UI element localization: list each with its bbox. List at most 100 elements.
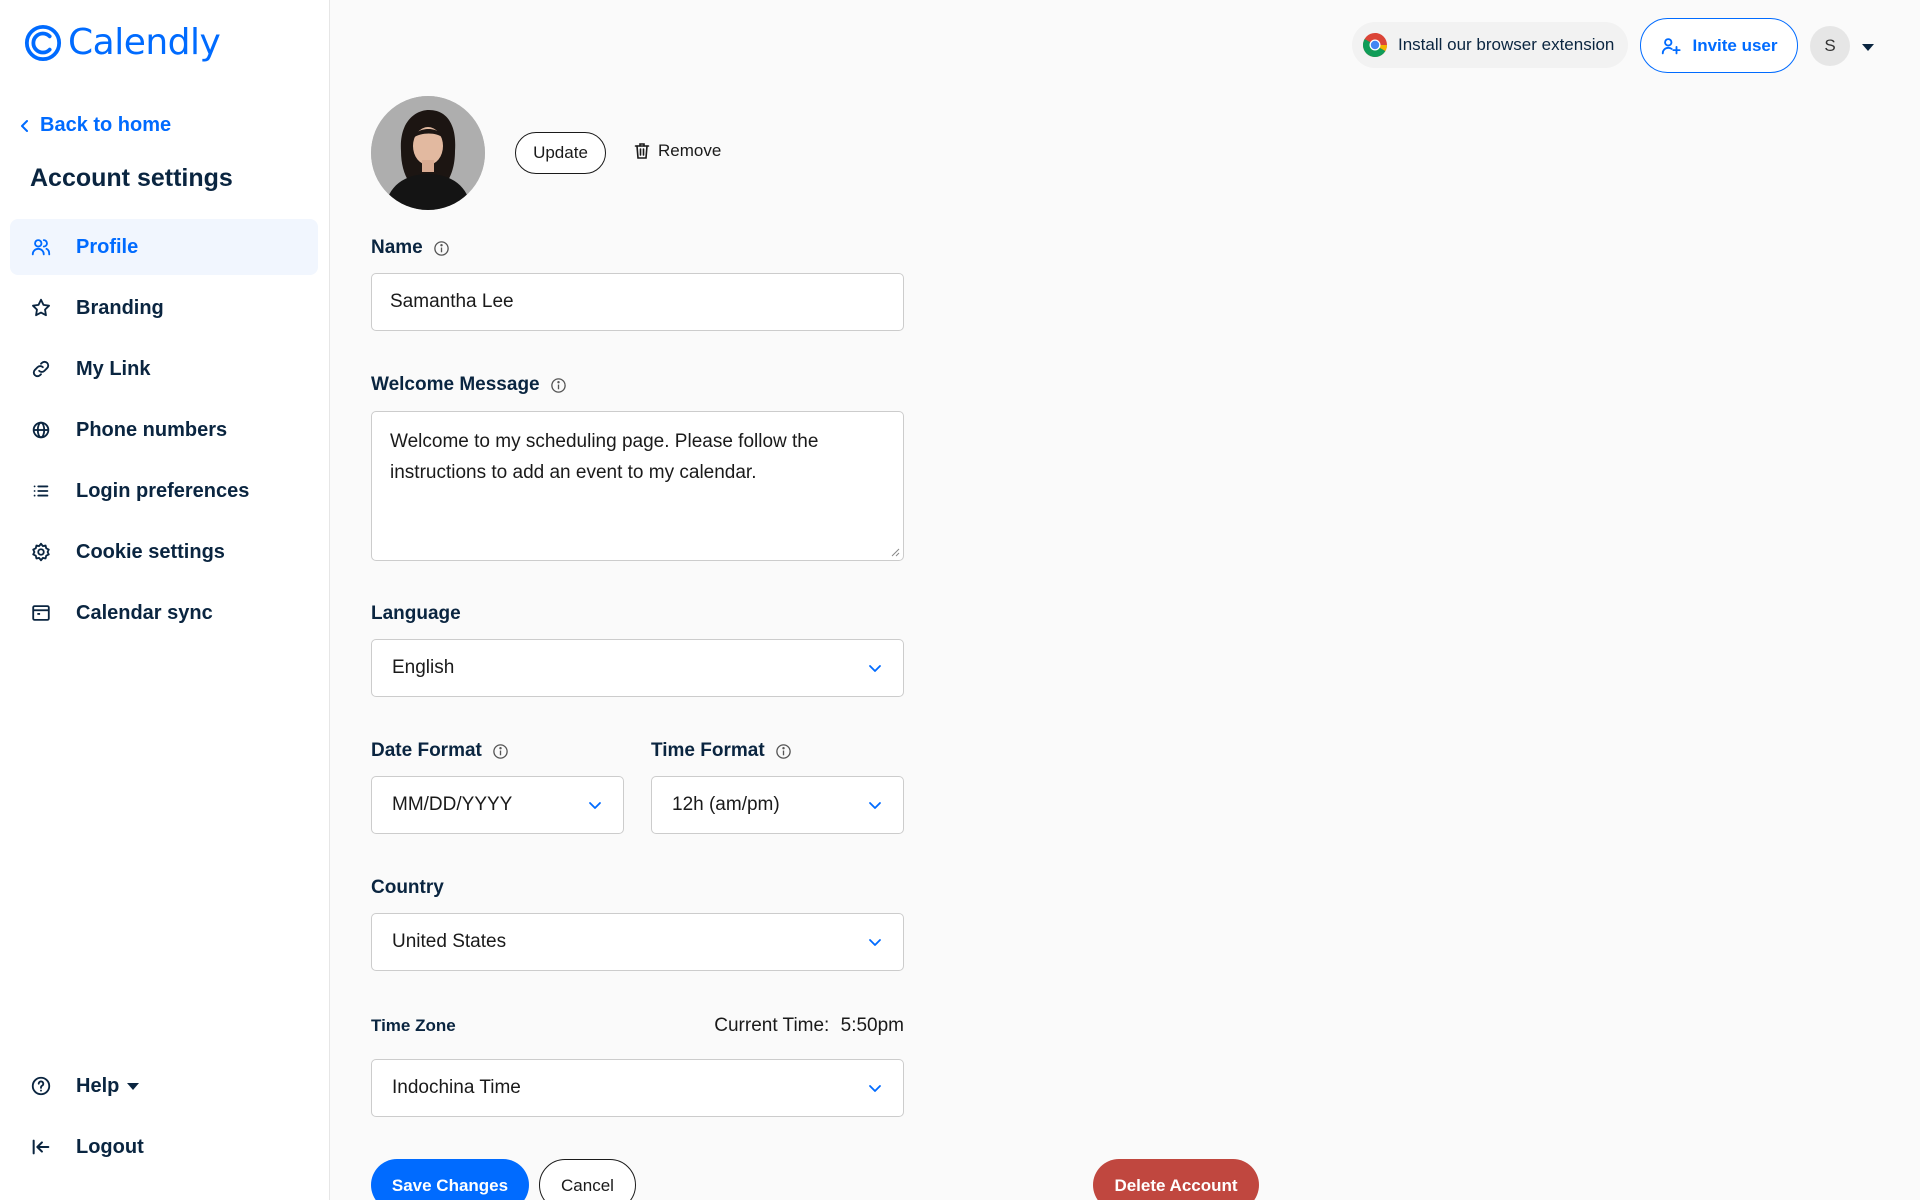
list-icon	[33, 485, 49, 497]
install-extension-button[interactable]: Install our browser extension	[1352, 22, 1629, 68]
country-label: Country	[371, 877, 444, 899]
calendly-wordmark: Calendly	[68, 22, 221, 63]
timezone-label: Time Zone	[371, 1016, 456, 1035]
language-label-text: Language	[371, 603, 461, 624]
update-photo-label: Update	[533, 143, 588, 162]
sidebar-item-label: Calendar sync	[76, 601, 213, 624]
help-text: Help	[76, 1074, 120, 1097]
country-select-value: United States	[392, 931, 507, 952]
delete-account-button[interactable]: Delete Account	[1093, 1159, 1259, 1200]
profile-photo-image	[371, 96, 485, 210]
cancel-button[interactable]: Cancel	[539, 1159, 636, 1200]
account-menu-caret-icon[interactable]	[1862, 44, 1874, 51]
delete-account-label: Delete Account	[1114, 1176, 1238, 1195]
logout-icon	[32, 1139, 50, 1155]
users-icon	[31, 239, 51, 256]
welcome-message-textarea[interactable]: Welcome to my scheduling page. Please fo…	[371, 411, 904, 561]
logout-button[interactable]: Logout	[10, 1119, 318, 1175]
sidebar-item-cookie-settings[interactable]: Cookie settings	[10, 524, 318, 580]
sidebar-item-branding[interactable]: Branding	[10, 280, 318, 336]
save-changes-label: Save Changes	[391, 1176, 509, 1195]
invite-user-label: Invite user	[1692, 35, 1778, 55]
resize-handle-icon[interactable]	[890, 547, 900, 557]
time-format-select[interactable]: 12h (am/pm)	[651, 776, 904, 834]
cancel-label: Cancel	[561, 1176, 614, 1195]
sidebar-item-calendar-sync[interactable]: Calendar sync	[10, 585, 318, 641]
info-icon[interactable]	[492, 743, 509, 760]
remove-photo-button[interactable]: Remove	[632, 141, 721, 161]
welcome-message-label-text: Welcome Message	[371, 374, 540, 395]
profile-photo	[371, 96, 485, 210]
language-select[interactable]: English	[371, 639, 904, 697]
sidebar-item-login-preferences[interactable]: Login preferences	[10, 463, 318, 519]
install-extension-label: Install our browser extension	[1398, 35, 1615, 54]
time-format-select-value: 12h (am/pm)	[672, 794, 780, 815]
name-input-value: Samantha Lee	[390, 291, 514, 312]
sidebar-item-label: Phone numbers	[76, 418, 228, 441]
account-avatar[interactable]: S	[1810, 26, 1850, 66]
back-to-home-link[interactable]: Back to home	[18, 114, 171, 137]
invite-user-button[interactable]: Invite user	[1640, 18, 1798, 73]
sidebar-item-label: My Link	[76, 357, 151, 380]
gear-icon	[32, 542, 50, 562]
sidebar-item-label: Branding	[76, 296, 164, 319]
chevron-left-icon	[21, 119, 28, 132]
link-icon	[32, 360, 50, 378]
country-label-text: Country	[371, 877, 444, 898]
current-time: Current Time: 5:50pm	[600, 1015, 904, 1037]
welcome-message-value: Welcome to my scheduling page. Please fo…	[390, 431, 819, 483]
chevron-down-icon	[869, 939, 881, 946]
remove-photo-label: Remove	[658, 141, 722, 160]
help-menu[interactable]: Help	[10, 1058, 318, 1114]
timezone-select[interactable]: Indochina Time	[371, 1059, 904, 1117]
back-to-home-label: Back to home	[40, 114, 172, 136]
avatar-initial: S	[1824, 36, 1836, 55]
star-icon	[32, 298, 50, 317]
logout-label: Logout	[76, 1135, 144, 1158]
add-user-icon	[1662, 37, 1682, 54]
sidebar-item-my-link[interactable]: My Link	[10, 341, 318, 397]
language-label: Language	[371, 603, 461, 625]
sidebar-item-profile[interactable]: Profile	[10, 219, 318, 275]
trash-icon	[634, 143, 650, 159]
sidebar: Calendly Back to home Account settings P…	[0, 0, 330, 1200]
date-format-label-text: Date Format	[371, 740, 482, 761]
chevron-down-icon	[869, 802, 881, 809]
sidebar-title: Account settings	[30, 164, 233, 192]
settings-nav: Profile Branding My Link Phone numbers L…	[10, 219, 318, 646]
welcome-message-label: Welcome Message	[371, 374, 567, 396]
info-icon[interactable]	[775, 743, 792, 760]
calendly-logo[interactable]: Calendly	[24, 22, 221, 63]
timezone-select-value: Indochina Time	[392, 1077, 521, 1098]
sidebar-item-label: Login preferences	[76, 479, 250, 502]
time-format-label: Time Format	[651, 740, 792, 762]
language-select-value: English	[392, 657, 455, 678]
sidebar-item-label: Profile	[76, 235, 139, 258]
date-format-select-value: MM/DD/YYYY	[392, 794, 513, 815]
save-changes-button[interactable]: Save Changes	[371, 1159, 529, 1200]
help-label: Help	[76, 1074, 140, 1098]
time-format-label-text: Time Format	[651, 740, 765, 761]
sidebar-footer: Help Logout	[10, 1058, 318, 1180]
caret-down-icon	[127, 1082, 140, 1090]
globe-icon	[32, 421, 50, 439]
help-icon	[31, 1076, 51, 1096]
sidebar-item-phone-numbers[interactable]: Phone numbers	[10, 402, 318, 458]
current-time-label: Current Time:	[714, 1015, 830, 1036]
chrome-icon	[1362, 33, 1387, 58]
date-format-select[interactable]: MM/DD/YYYY	[371, 776, 624, 834]
name-input[interactable]: Samantha Lee	[371, 273, 904, 331]
chevron-down-icon	[869, 665, 881, 672]
info-icon[interactable]	[550, 377, 567, 394]
calendar-icon	[32, 605, 50, 621]
calendly-logo-icon	[24, 24, 62, 61]
update-photo-button[interactable]: Update	[515, 132, 606, 174]
date-format-label: Date Format	[371, 740, 509, 762]
sidebar-item-label: Cookie settings	[76, 540, 225, 563]
name-label-text: Name	[371, 237, 423, 258]
name-label: Name	[371, 237, 450, 259]
chevron-down-icon	[589, 802, 601, 809]
current-time-value: 5:50pm	[840, 1015, 904, 1036]
country-select[interactable]: United States	[371, 913, 904, 971]
info-icon[interactable]	[433, 240, 450, 257]
